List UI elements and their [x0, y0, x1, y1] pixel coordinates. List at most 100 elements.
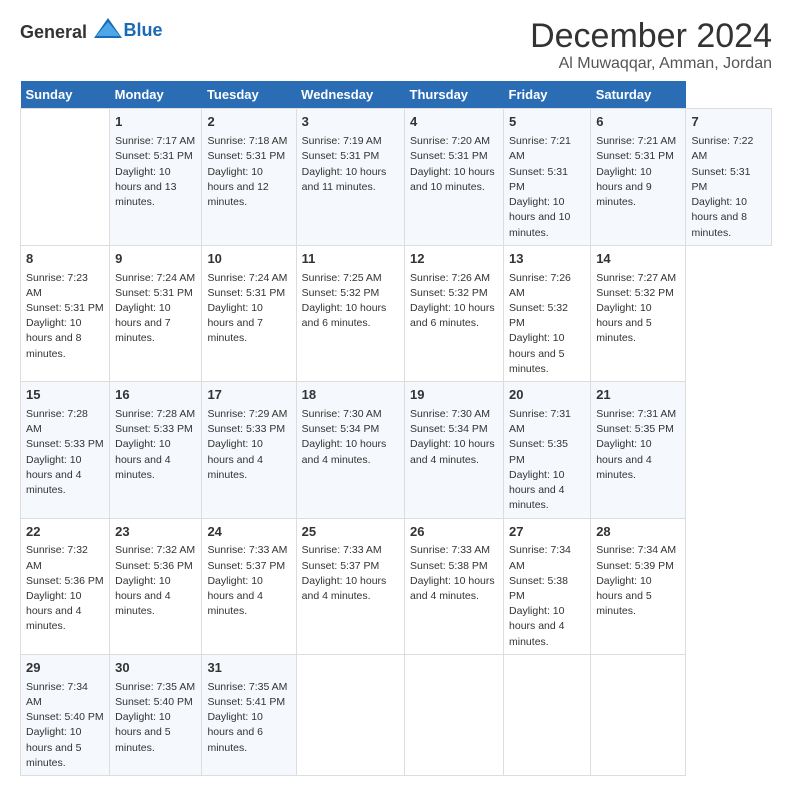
sunset: Sunset: 5:32 PM	[302, 287, 380, 299]
day-number: 28	[596, 523, 680, 542]
calendar-cell: 3Sunrise: 7:19 AMSunset: 5:31 PMDaylight…	[296, 109, 404, 245]
calendar-cell: 13Sunrise: 7:26 AMSunset: 5:32 PMDayligh…	[504, 245, 591, 381]
daylight: Daylight: 10 hours and 4 minutes.	[410, 575, 495, 602]
sunrise: Sunrise: 7:22 AM	[691, 135, 753, 162]
page: General Blue December 2024 Al Muwaqqar, …	[0, 0, 792, 786]
day-number: 9	[115, 250, 196, 269]
day-number: 29	[26, 659, 104, 678]
day-number: 4	[410, 113, 498, 132]
day-number: 18	[302, 386, 399, 405]
sunset: Sunset: 5:31 PM	[207, 150, 285, 162]
day-number: 22	[26, 523, 104, 542]
sunset: Sunset: 5:33 PM	[207, 423, 285, 435]
day-number: 14	[596, 250, 680, 269]
logo-blue: Blue	[124, 20, 163, 40]
daylight: Daylight: 10 hours and 6 minutes.	[410, 302, 495, 329]
calendar-cell: 20Sunrise: 7:31 AMSunset: 5:35 PMDayligh…	[504, 382, 591, 518]
sunrise: Sunrise: 7:23 AM	[26, 272, 88, 299]
sunrise: Sunrise: 7:24 AM	[207, 272, 287, 284]
sunset: Sunset: 5:32 PM	[410, 287, 488, 299]
daylight: Daylight: 10 hours and 4 minutes.	[302, 438, 387, 465]
day-number: 27	[509, 523, 585, 542]
daylight: Daylight: 10 hours and 4 minutes.	[509, 469, 564, 511]
calendar-cell: 6Sunrise: 7:21 AMSunset: 5:31 PMDaylight…	[591, 109, 686, 245]
daylight: Daylight: 10 hours and 9 minutes.	[596, 166, 651, 208]
main-title: December 2024	[530, 18, 772, 55]
sunrise: Sunrise: 7:34 AM	[509, 544, 571, 571]
calendar-cell: 15Sunrise: 7:28 AMSunset: 5:33 PMDayligh…	[21, 382, 110, 518]
sunset: Sunset: 5:33 PM	[26, 438, 104, 450]
daylight: Daylight: 10 hours and 4 minutes.	[115, 575, 170, 617]
daylight: Daylight: 10 hours and 12 minutes.	[207, 166, 268, 208]
sunrise: Sunrise: 7:33 AM	[207, 544, 287, 556]
day-number: 1	[115, 113, 196, 132]
sunset: Sunset: 5:36 PM	[115, 560, 193, 572]
col-header-monday: Monday	[110, 81, 202, 109]
calendar-cell: 23Sunrise: 7:32 AMSunset: 5:36 PMDayligh…	[110, 518, 202, 654]
daylight: Daylight: 10 hours and 7 minutes.	[207, 302, 262, 344]
sunset: Sunset: 5:31 PM	[115, 287, 193, 299]
day-number: 26	[410, 523, 498, 542]
calendar-cell: 14 Sunrise: 7:27 AM Sunset: 5:32 PM Dayligh…	[591, 245, 686, 381]
title-area: December 2024 Al Muwaqqar, Amman, Jordan	[530, 18, 772, 73]
sunrise: Sunrise: 7:29 AM	[207, 408, 287, 420]
calendar-cell: 16Sunrise: 7:28 AMSunset: 5:33 PMDayligh…	[110, 382, 202, 518]
daylight: Daylight: 10 hours and 4 minutes.	[410, 438, 495, 465]
calendar-cell: 26Sunrise: 7:33 AMSunset: 5:38 PMDayligh…	[405, 518, 504, 654]
day-number: 11	[302, 250, 399, 269]
calendar-table: SundayMondayTuesdayWednesdayThursdayFrid…	[20, 81, 772, 776]
day-number: 23	[115, 523, 196, 542]
empty-cell	[21, 109, 110, 245]
day-number: 20	[509, 386, 585, 405]
daylight: Daylight: 10 hours and 4 minutes.	[207, 575, 262, 617]
sunset: Sunset: 5:35 PM	[596, 423, 674, 435]
day-number: 5	[509, 113, 585, 132]
sunset: Sunset: 5:32 PM	[596, 287, 674, 299]
sunrise: Sunrise: 7:32 AM	[26, 544, 88, 571]
sunset: Sunset: 5:31 PM	[26, 302, 104, 314]
col-header-tuesday: Tuesday	[202, 81, 296, 109]
col-header-sunday: Sunday	[21, 81, 110, 109]
sunrise: Sunrise: 7:30 AM	[302, 408, 382, 420]
day-number: 17	[207, 386, 290, 405]
daylight: Daylight: 10 hours and 4 minutes.	[207, 438, 262, 480]
daylight: Daylight: 10 hours and 6 minutes.	[302, 302, 387, 329]
sunrise: Sunrise: 7:20 AM	[410, 135, 490, 147]
calendar-cell: 5Sunrise: 7:21 AMSunset: 5:31 PMDaylight…	[504, 109, 591, 245]
sunrise: Sunrise: 7:27 AM	[596, 272, 676, 284]
day-number: 7	[691, 113, 766, 132]
daylight: Daylight: 10 hours and 5 minutes.	[596, 302, 651, 344]
sunrise: Sunrise: 7:35 AM	[115, 681, 195, 693]
daylight: Daylight: 10 hours and 10 minutes.	[410, 166, 495, 193]
calendar-cell: 11Sunrise: 7:25 AMSunset: 5:32 PMDayligh…	[296, 245, 404, 381]
calendar-cell	[405, 654, 504, 775]
daylight: Daylight: 10 hours and 8 minutes.	[691, 196, 746, 238]
sunset: Sunset: 5:31 PM	[691, 166, 750, 193]
daylight: Daylight: 10 hours and 6 minutes.	[207, 711, 262, 753]
calendar-cell: 17 Sunrise: 7:29 AM Sunset: 5:33 PM Dayligh…	[202, 382, 296, 518]
sunrise: Sunrise: 7:30 AM	[410, 408, 490, 420]
calendar-cell	[504, 654, 591, 775]
logo: General Blue	[20, 18, 163, 43]
calendar-cell	[591, 654, 686, 775]
day-number: 16	[115, 386, 196, 405]
daylight: Daylight: 10 hours and 8 minutes.	[26, 317, 81, 359]
calendar-cell: 2Sunrise: 7:18 AMSunset: 5:31 PMDaylight…	[202, 109, 296, 245]
sunset: Sunset: 5:39 PM	[596, 560, 674, 572]
calendar-cell: 1Sunrise: 7:17 AMSunset: 5:31 PMDaylight…	[110, 109, 202, 245]
header: General Blue December 2024 Al Muwaqqar, …	[20, 18, 772, 73]
calendar-cell	[296, 654, 404, 775]
day-number: 21	[596, 386, 680, 405]
sunset: Sunset: 5:37 PM	[207, 560, 285, 572]
calendar-cell: 19Sunrise: 7:30 AMSunset: 5:34 PMDayligh…	[405, 382, 504, 518]
col-header-saturday: Saturday	[591, 81, 686, 109]
day-number: 10	[207, 250, 290, 269]
sunrise: Sunrise: 7:31 AM	[596, 408, 676, 420]
sunrise: Sunrise: 7:34 AM	[596, 544, 676, 556]
week-row-4: 22 Sunrise: 7:32 AM Sunset: 5:36 PM Dayligh…	[21, 518, 772, 654]
day-number: 25	[302, 523, 399, 542]
calendar-cell: 31Sunrise: 7:35 AMSunset: 5:41 PMDayligh…	[202, 654, 296, 775]
calendar-cell: 8Sunrise: 7:23 AMSunset: 5:31 PMDaylight…	[21, 245, 110, 381]
calendar-cell: 12Sunrise: 7:26 AMSunset: 5:32 PMDayligh…	[405, 245, 504, 381]
logo-icon	[94, 18, 122, 38]
